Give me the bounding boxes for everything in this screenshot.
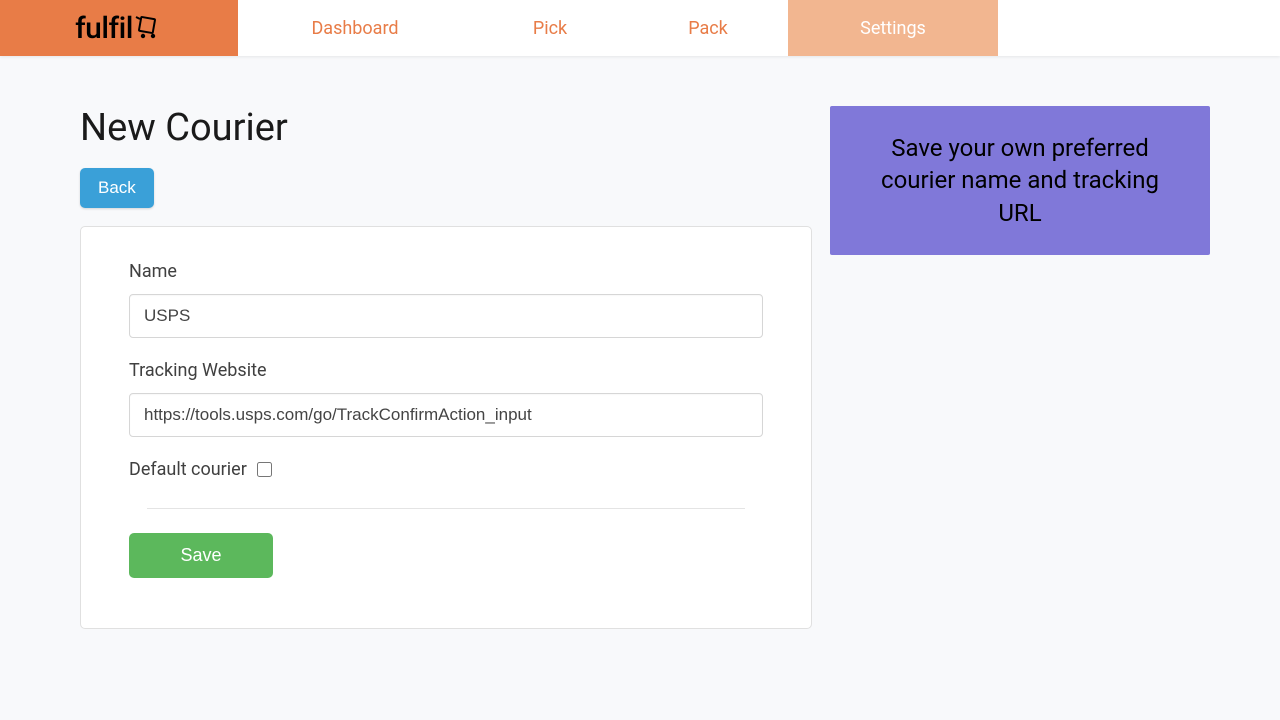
nav-pick[interactable]: Pick xyxy=(472,0,628,56)
default-courier-checkbox[interactable] xyxy=(257,462,272,477)
brand-name: fulfil xyxy=(75,11,133,46)
name-group: Name xyxy=(129,261,763,338)
form-divider xyxy=(147,508,745,509)
save-button[interactable]: Save xyxy=(129,533,273,578)
tracking-group: Tracking Website xyxy=(129,360,763,437)
brand-logo: fulfil xyxy=(75,11,163,46)
name-input[interactable] xyxy=(129,294,763,338)
name-label: Name xyxy=(129,261,763,282)
back-button[interactable]: Back xyxy=(80,168,154,208)
right-column: Save your own preferred courier name and… xyxy=(830,106,1210,629)
nav-settings[interactable]: Settings xyxy=(788,0,998,56)
default-courier-label: Default courier xyxy=(129,459,247,480)
page-title: New Courier xyxy=(80,106,812,150)
default-courier-row: Default courier xyxy=(129,459,763,480)
tracking-label: Tracking Website xyxy=(129,360,763,381)
nav-dashboard[interactable]: Dashboard xyxy=(238,0,472,56)
cart-icon xyxy=(135,13,163,48)
navbar: fulfil Dashboard Pick Pack Settings xyxy=(0,0,1280,56)
main-container: New Courier Back Name Tracking Website D… xyxy=(0,56,1280,629)
form-card: Name Tracking Website Default courier Sa… xyxy=(80,226,812,629)
left-column: New Courier Back Name Tracking Website D… xyxy=(80,106,812,629)
tracking-input[interactable] xyxy=(129,393,763,437)
info-banner: Save your own preferred courier name and… xyxy=(830,106,1210,255)
nav-pack[interactable]: Pack xyxy=(628,0,788,56)
logo-box: fulfil xyxy=(0,0,238,56)
